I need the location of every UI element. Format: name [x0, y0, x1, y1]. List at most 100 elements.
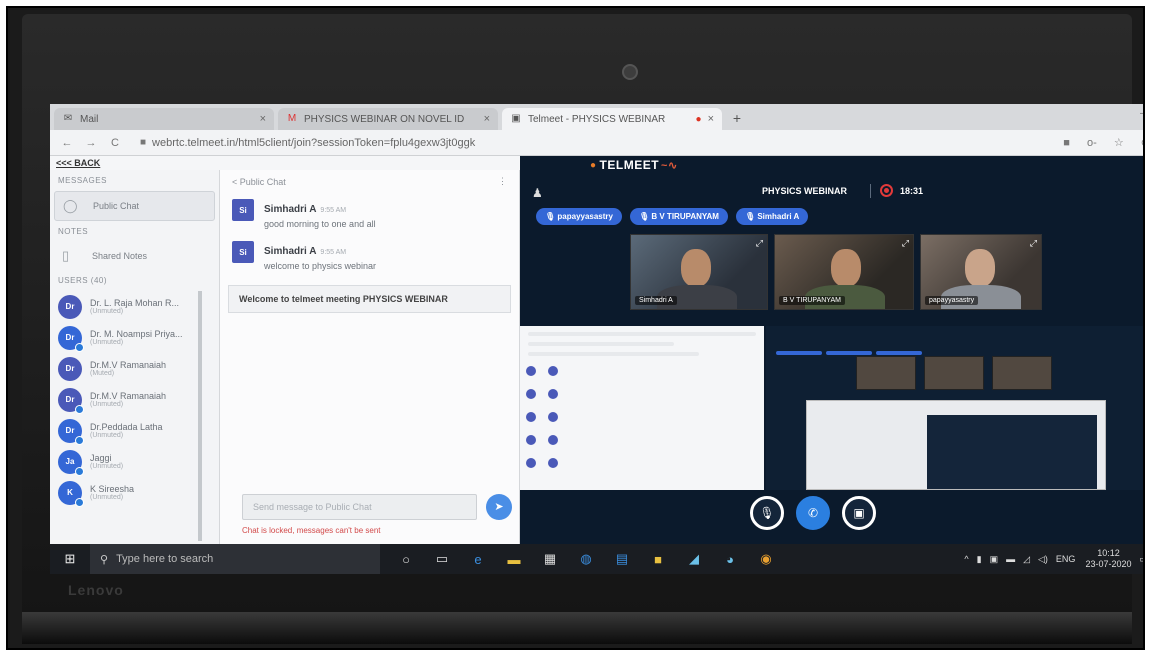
mic-icon: [75, 342, 84, 352]
participant-video: [681, 249, 711, 287]
fullscreen-icon[interactable]: ⤢: [1030, 238, 1037, 249]
chrome-icon[interactable]: ◉: [748, 551, 784, 567]
browser-tab-gmail[interactable]: M PHYSICS WEBINAR ON NOVEL ID ×: [278, 108, 498, 130]
sidebar: MESSAGES ◯ Public Chat NOTES ▯ Shared No…: [50, 170, 220, 544]
more-vertical-icon[interactable]: ⋮: [498, 176, 507, 187]
user-name: Dr. L. Raja Mohan R...: [90, 298, 180, 308]
fullscreen-icon[interactable]: ⤢: [756, 238, 763, 249]
user-item[interactable]: Dr Dr. M. Noampsi Priya... (Unmuted): [50, 322, 198, 353]
sidebar-item-public-chat[interactable]: ◯ Public Chat: [54, 191, 215, 221]
notifications-icon[interactable]: ▭: [1139, 554, 1143, 565]
avatar: K: [58, 480, 84, 507]
browser-tab-telmeet[interactable]: ▣ Telmeet - PHYSICS WEBINAR ● ×: [502, 108, 722, 130]
message-time: 9:55 AM: [320, 207, 347, 214]
user-item[interactable]: Dr Dr.M.V Ramanaiah (Muted): [50, 353, 198, 384]
user-list[interactable]: Dr Dr. L. Raja Mohan R... (Unmuted) Dr Dr…: [50, 291, 202, 541]
user-item[interactable]: Dr Dr.M.V Ramanaiah (Unmuted): [50, 384, 198, 415]
video-tile[interactable]: B V TIRUPANYAM ⤢: [774, 234, 914, 310]
task-view-icon[interactable]: ▭: [424, 551, 460, 567]
video-off-icon: ▣: [853, 506, 865, 520]
clock[interactable]: 10:12 23-07-2020: [1085, 548, 1131, 570]
windows-start-icon[interactable]: ⊞: [50, 551, 90, 567]
message-time: 9:55 AM: [320, 249, 347, 256]
tab-label: Mail: [80, 113, 99, 125]
video-tile[interactable]: Simhadri A ⤢: [630, 234, 768, 310]
app-icon[interactable]: ◢: [676, 551, 712, 567]
battery-icon[interactable]: ▬: [1006, 554, 1015, 564]
camera-icon[interactable]: ■: [1063, 137, 1070, 149]
webcam-icon: [622, 64, 638, 80]
user-status: (Unmuted): [90, 463, 124, 470]
user-icon[interactable]: ♟: [532, 186, 543, 200]
store-icon[interactable]: ▦: [532, 551, 568, 567]
tile-name: papayyasastry: [925, 296, 979, 305]
sidebar-item-shared-notes[interactable]: ▯ Shared Notes: [54, 242, 215, 270]
back-link[interactable]: <<< BACK: [50, 156, 520, 170]
camera-button[interactable]: ▣: [842, 496, 876, 530]
mic-off-icon: 🎙: [759, 506, 775, 520]
presenter-chip[interactable]: 🎙 B V TIRUPANYAM: [629, 208, 728, 225]
record-icon[interactable]: [880, 184, 893, 197]
browser-tab-mail[interactable]: ✉ Mail ×: [54, 108, 274, 130]
user-item[interactable]: Dr Dr.Peddada Latha (Unmuted): [50, 415, 198, 446]
app-icon[interactable]: ▤: [604, 551, 640, 567]
close-icon[interactable]: ×: [708, 113, 714, 125]
video-area: ● TELMEET ~∿ ♟ PHYSICS WEBINAR 18:31 ⋮ 🎙…: [520, 156, 1143, 544]
profile-icon[interactable]: ⊖: [1141, 137, 1143, 149]
forward-arrow-icon[interactable]: →: [82, 137, 100, 149]
presenter-chip[interactable]: 🎙 Simhadri A: [735, 208, 809, 225]
chat-panel: < Public Chat ⋮ Si Simhadri A 9:55 AM goo…: [220, 170, 520, 544]
chat-input[interactable]: Send message to Public Chat: [242, 494, 477, 520]
browser-tab-bar: ✉ Mail × M PHYSICS WEBINAR ON NOVEL ID ×…: [50, 104, 1143, 130]
volume-icon[interactable]: ◁): [1038, 554, 1048, 565]
sticky-notes-icon[interactable]: ■: [640, 552, 676, 567]
taskbar-search[interactable]: ⚲ Type here to search: [90, 544, 380, 574]
chevron-up-icon[interactable]: ^: [964, 554, 968, 564]
user-item[interactable]: Ja Jaggi (Unmuted): [50, 446, 198, 477]
language-indicator[interactable]: ENG: [1056, 554, 1076, 564]
user-item[interactable]: K K Sireesha (Unmuted): [50, 477, 198, 508]
mute-button[interactable]: 🎙: [750, 496, 784, 530]
fullscreen-icon[interactable]: ⤢: [902, 238, 909, 249]
app-icon[interactable]: ◍: [568, 551, 604, 567]
chat-header: < Public Chat ⋮: [220, 170, 519, 193]
participant-video: [965, 249, 995, 287]
close-icon[interactable]: ×: [484, 113, 490, 125]
tab-label: Telmeet - PHYSICS WEBINAR: [528, 113, 666, 125]
video-tile[interactable]: papayyasastry ⤢: [920, 234, 1042, 310]
usb-icon[interactable]: ▮: [977, 554, 982, 565]
app-icon[interactable]: ◕: [712, 552, 748, 567]
notes-icon: ▯: [62, 248, 70, 263]
sidebar-item-label: Public Chat: [93, 201, 140, 211]
network-icon[interactable]: ▣: [990, 554, 999, 565]
more-vertical-icon[interactable]: ⋮: [1140, 184, 1143, 198]
telmeet-logo: ● TELMEET ~∿: [590, 158, 678, 172]
phone-button[interactable]: ✆: [796, 496, 830, 530]
flame-icon: ●: [590, 159, 597, 171]
reload-icon[interactable]: C: [106, 137, 124, 149]
meeting-timer: 18:31: [900, 186, 924, 196]
sidebar-item-label: Shared Notes: [92, 251, 148, 261]
shared-screen-video: [766, 326, 1143, 490]
laptop-screen: ✉ Mail × M PHYSICS WEBINAR ON NOVEL ID ×…: [50, 104, 1143, 574]
divider: [870, 184, 871, 198]
new-tab-button[interactable]: +: [726, 108, 748, 130]
wifi-icon[interactable]: ◿: [1023, 554, 1030, 565]
call-controls: 🎙 ✆ ▣: [750, 496, 888, 530]
back-arrow-icon[interactable]: ←: [58, 137, 76, 149]
chat-title[interactable]: < Public Chat: [232, 177, 286, 187]
user-item[interactable]: Dr Dr. L. Raja Mohan R... (Unmuted): [50, 291, 198, 322]
presenter-list: 🎙 papayyasastry 🎙 B V TIRUPANYAM 🎙 Simha…: [536, 208, 816, 225]
chat-message: Si Simhadri A 9:55 AM good morning to one…: [220, 193, 519, 235]
send-button[interactable]: ➤: [486, 494, 512, 520]
close-icon[interactable]: ×: [260, 113, 266, 125]
key-icon[interactable]: o-: [1087, 137, 1097, 149]
taskbar-apps: ○ ▭ e ▬ ▦ ◍ ▤ ■ ◢ ◕ ◉: [388, 551, 784, 567]
star-icon[interactable]: ☆: [1114, 137, 1124, 149]
edge-icon[interactable]: e: [460, 552, 496, 567]
url-field[interactable]: webrtc.telmeet.in/html5client/join?sessi…: [152, 137, 1049, 149]
cortana-icon[interactable]: ○: [388, 552, 424, 567]
presenter-chip[interactable]: 🎙 papayyasastry: [536, 208, 622, 225]
minimize-icon[interactable]: —: [1140, 108, 1143, 119]
file-explorer-icon[interactable]: ▬: [496, 552, 532, 567]
